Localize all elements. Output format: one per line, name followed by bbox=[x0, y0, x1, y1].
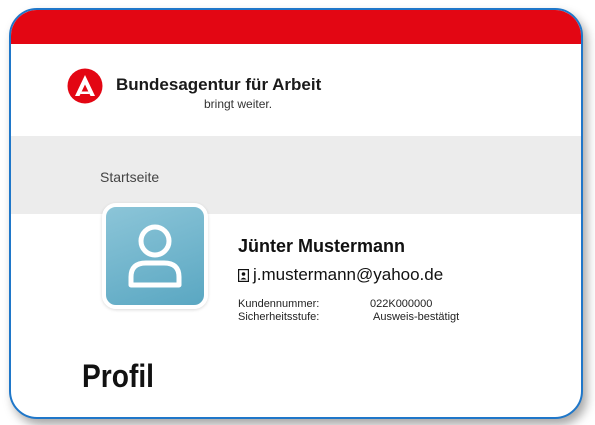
screenshot-frame: Bundesagentur für Arbeit bringt weiter. … bbox=[9, 8, 583, 419]
customer-number-label: Kundennummer: bbox=[238, 298, 320, 310]
page-title: Profil bbox=[82, 358, 154, 394]
customer-number-value: 022K000000 bbox=[370, 298, 433, 310]
breadcrumb-home-link[interactable]: Startseite bbox=[100, 169, 159, 185]
ba-logo-icon[interactable] bbox=[67, 68, 103, 104]
site-header: Bundesagentur für Arbeit bringt weiter. bbox=[11, 44, 581, 136]
customer-number-row: Kundennummer: 022K000000 bbox=[238, 298, 432, 310]
avatar[interactable] bbox=[102, 203, 208, 309]
user-email: j.mustermann@yahoo.de bbox=[253, 265, 444, 284]
user-avatar-icon bbox=[128, 224, 182, 288]
email-row: j.mustermann@yahoo.de bbox=[238, 265, 443, 285]
brand-name[interactable]: Bundesagentur für Arbeit bbox=[116, 75, 321, 95]
security-level-row: Sicherheitsstufe: Ausweis-bestätigt bbox=[238, 311, 459, 323]
user-name: Jünter Mustermann bbox=[238, 236, 406, 256]
id-card-icon bbox=[238, 268, 249, 282]
top-red-bar bbox=[11, 10, 581, 44]
breadcrumb-band bbox=[11, 136, 581, 214]
security-level-label: Sicherheitsstufe: bbox=[238, 311, 320, 323]
brand-slogan: bringt weiter. bbox=[204, 97, 273, 111]
security-level-value: Ausweis-bestätigt bbox=[373, 311, 460, 323]
